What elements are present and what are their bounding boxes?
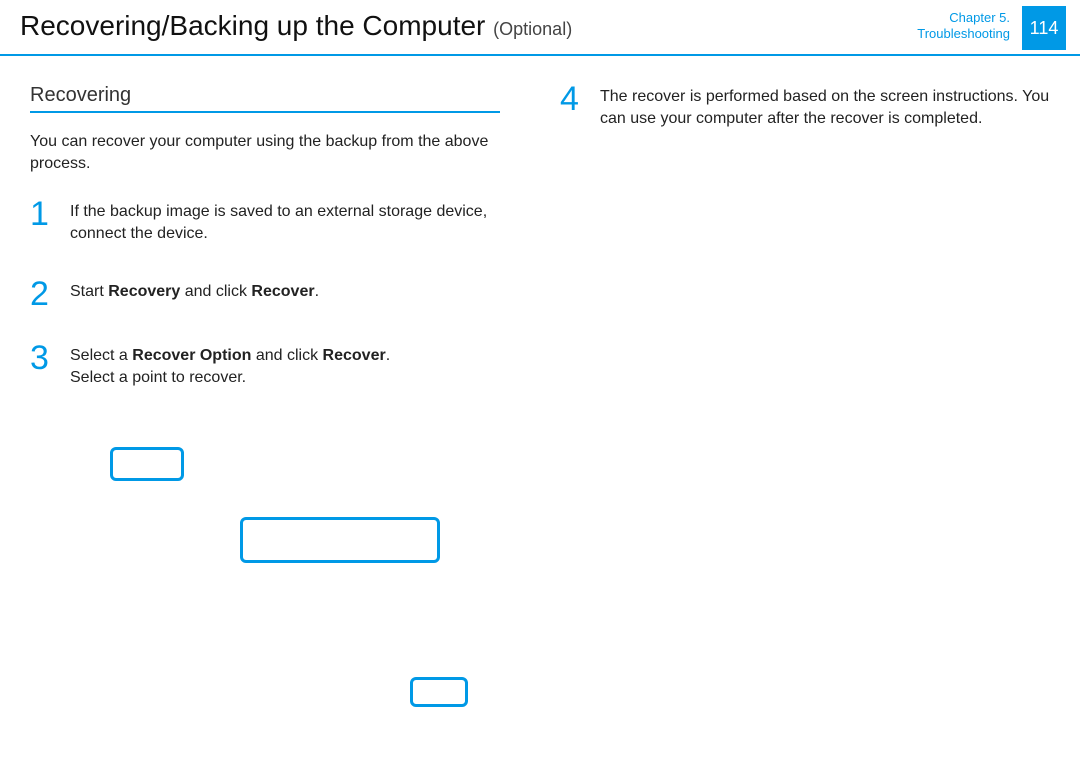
section-heading: Recovering: [30, 84, 500, 113]
step-4: 4 The recover is performed based on the …: [560, 84, 1050, 130]
step-number: 1: [30, 199, 56, 245]
page-number: 114: [1030, 18, 1059, 39]
t: .: [386, 347, 390, 364]
page: Recovering/Backing up the Computer (Opti…: [0, 0, 1080, 766]
step-number: 4: [560, 84, 586, 130]
callout-rect: [410, 677, 468, 707]
step-text: If the backup image is saved to an exter…: [70, 199, 520, 245]
t: and click: [180, 283, 251, 300]
t-bold: Recover: [251, 283, 314, 300]
intro-text: You can recover your computer using the …: [30, 131, 500, 175]
title-tag: (Optional): [493, 19, 572, 39]
callout-rect: [110, 447, 184, 481]
page-header: Recovering/Backing up the Computer (Opti…: [0, 0, 1080, 56]
chapter-line: Chapter 5.: [917, 10, 1010, 26]
step-number: 2: [30, 279, 56, 309]
body: Recovering You can recover your computer…: [0, 56, 1080, 723]
step-1: 1 If the backup image is saved to an ext…: [30, 199, 520, 245]
t: Select a: [70, 347, 132, 364]
t-bold: Recover Option: [132, 347, 251, 364]
page-number-badge: 114: [1022, 6, 1066, 50]
t: .: [315, 283, 319, 300]
section-line: Troubleshooting: [917, 26, 1010, 42]
step-text: Start Recovery and click Recover.: [70, 279, 319, 309]
t-bold: Recovery: [108, 283, 180, 300]
breadcrumb: Chapter 5. Troubleshooting: [917, 10, 1010, 42]
step-2: 2 Start Recovery and click Recover.: [30, 279, 520, 309]
t: Start: [70, 283, 108, 300]
line-1: Select a Recover Option and click Recove…: [70, 345, 390, 367]
t: and click: [251, 347, 322, 364]
page-title: Recovering/Backing up the Computer (Opti…: [20, 10, 1060, 42]
t-bold: Recover: [323, 347, 386, 364]
step-3: 3 Select a Recover Option and click Reco…: [30, 343, 520, 389]
step-number: 3: [30, 343, 56, 389]
figure-placeholder: [90, 423, 520, 723]
left-column: Recovering You can recover your computer…: [30, 84, 520, 723]
callout-rect: [240, 517, 440, 563]
title-main: Recovering/Backing up the Computer: [20, 10, 485, 41]
right-column: 4 The recover is performed based on the …: [560, 84, 1050, 723]
line-2: Select a point to recover.: [70, 367, 390, 389]
step-text: Select a Recover Option and click Recove…: [70, 343, 390, 389]
step-text: The recover is performed based on the sc…: [600, 84, 1050, 130]
